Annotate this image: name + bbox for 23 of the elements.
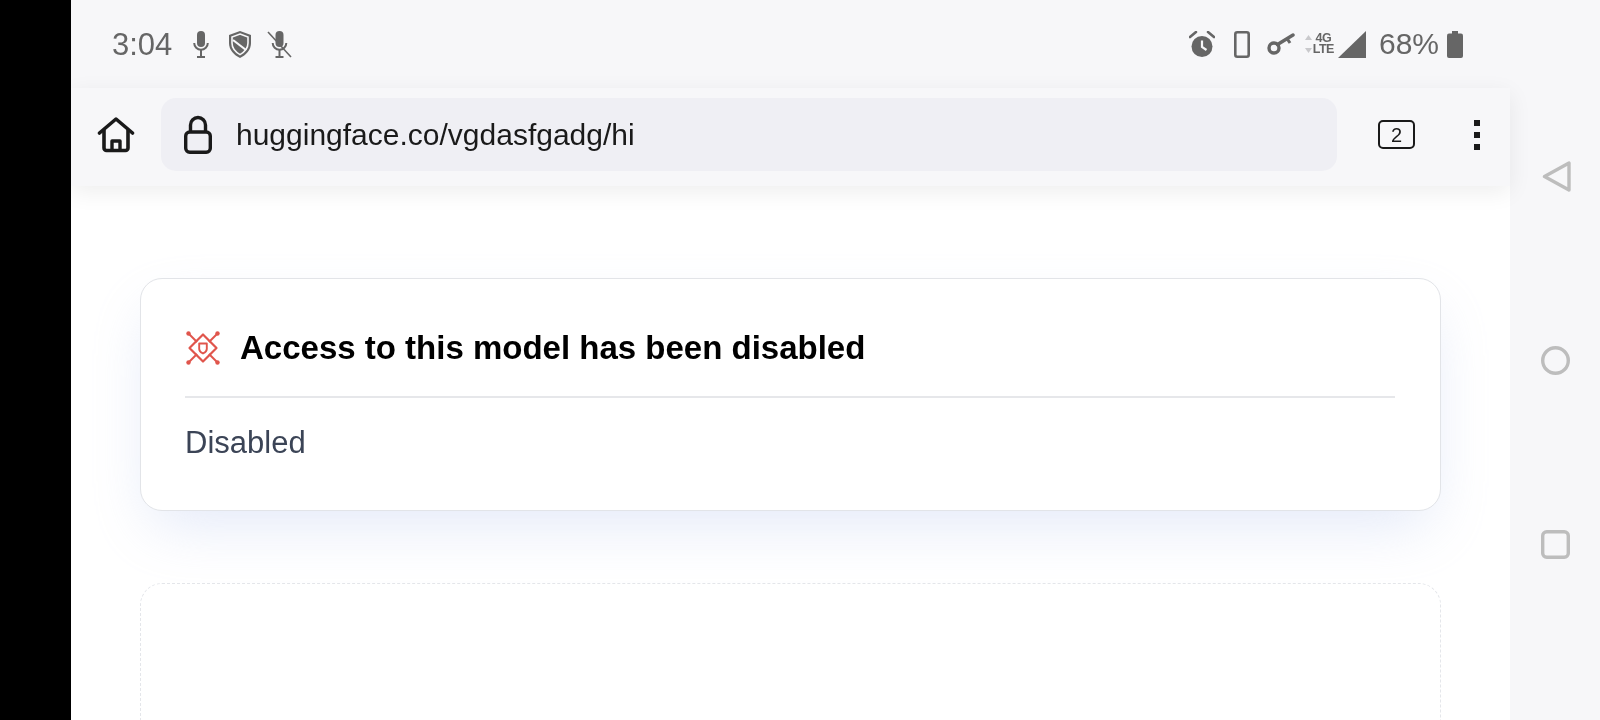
microphone-icon (193, 30, 210, 58)
notice-message: Disabled (185, 424, 307, 462)
data-arrows-icon (1304, 34, 1312, 54)
recents-square-icon[interactable] (1540, 530, 1570, 559)
home-icon[interactable] (97, 116, 135, 153)
tab-switcher-button[interactable]: 2 (1378, 120, 1415, 149)
battery-icon (1447, 30, 1463, 58)
battery-percent: 68% (1378, 29, 1439, 59)
status-time: 3:04 (112, 28, 173, 60)
blocked-shield-icon (185, 330, 221, 366)
signal-icon (1337, 30, 1366, 58)
microphone-muted-icon (267, 30, 293, 58)
key-icon (1266, 33, 1295, 55)
address-field[interactable]: huggingface.co/vgdasfgadg/hi (161, 98, 1337, 171)
notice-title: Access to this model has been disabled (240, 328, 866, 368)
shield-icon (229, 30, 252, 58)
back-icon[interactable] (1541, 161, 1571, 192)
network-type: 4G LTE (1312, 33, 1334, 55)
more-options-icon[interactable] (1474, 119, 1480, 150)
home-circle-icon[interactable] (1540, 346, 1570, 375)
lock-icon (184, 115, 212, 154)
phone-icon (1233, 30, 1250, 58)
alarm-clock-icon (1188, 30, 1215, 58)
